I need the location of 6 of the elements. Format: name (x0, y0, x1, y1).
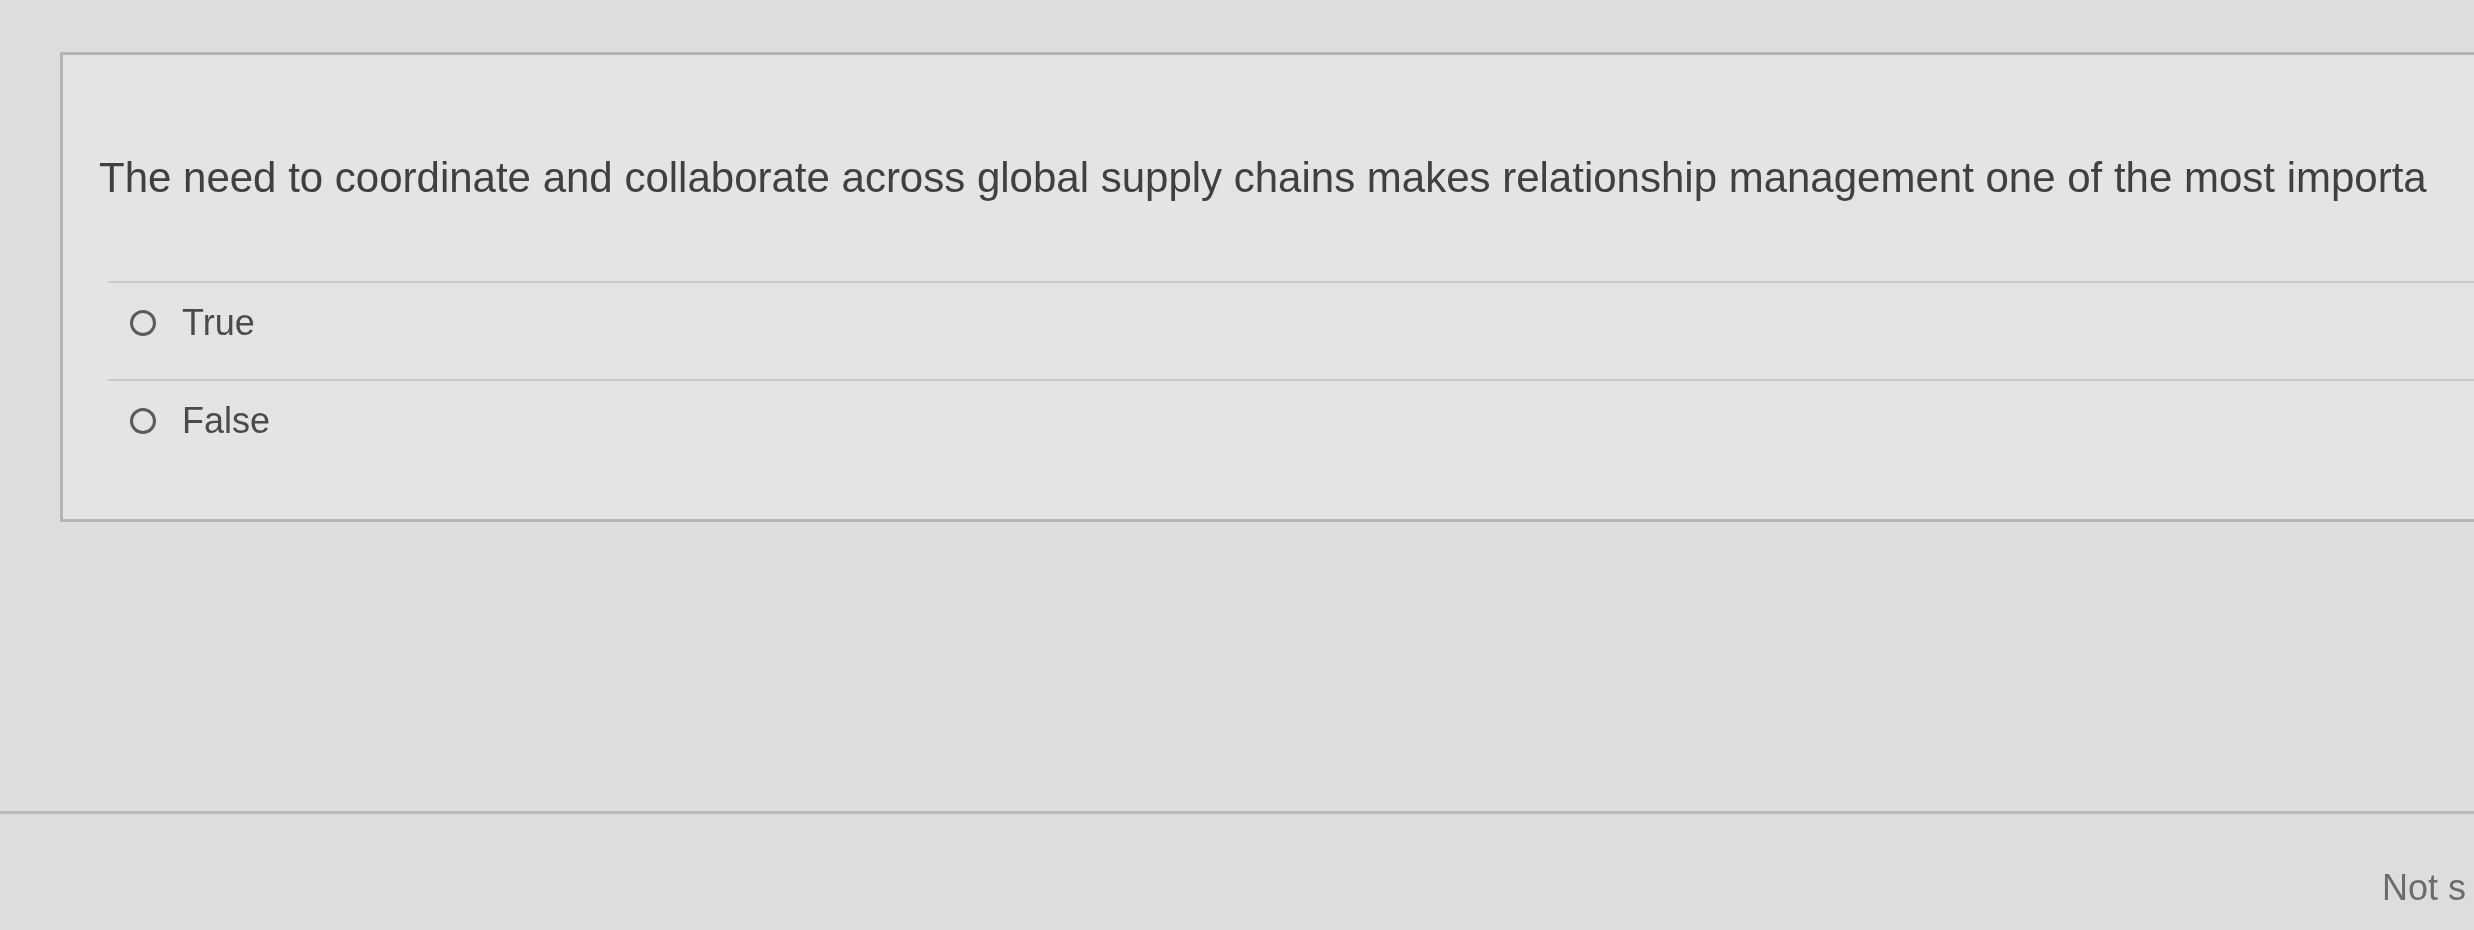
question-text: The need to coordinate and collaborate across global supply chains makes relationship management one of the most importa (99, 153, 2427, 203)
radio-button[interactable] (130, 408, 156, 434)
option-label[interactable]: False (182, 399, 271, 443)
radio-button[interactable] (130, 310, 156, 336)
option-label[interactable]: True (182, 301, 255, 345)
status-text: Not s (2381, 866, 2467, 910)
